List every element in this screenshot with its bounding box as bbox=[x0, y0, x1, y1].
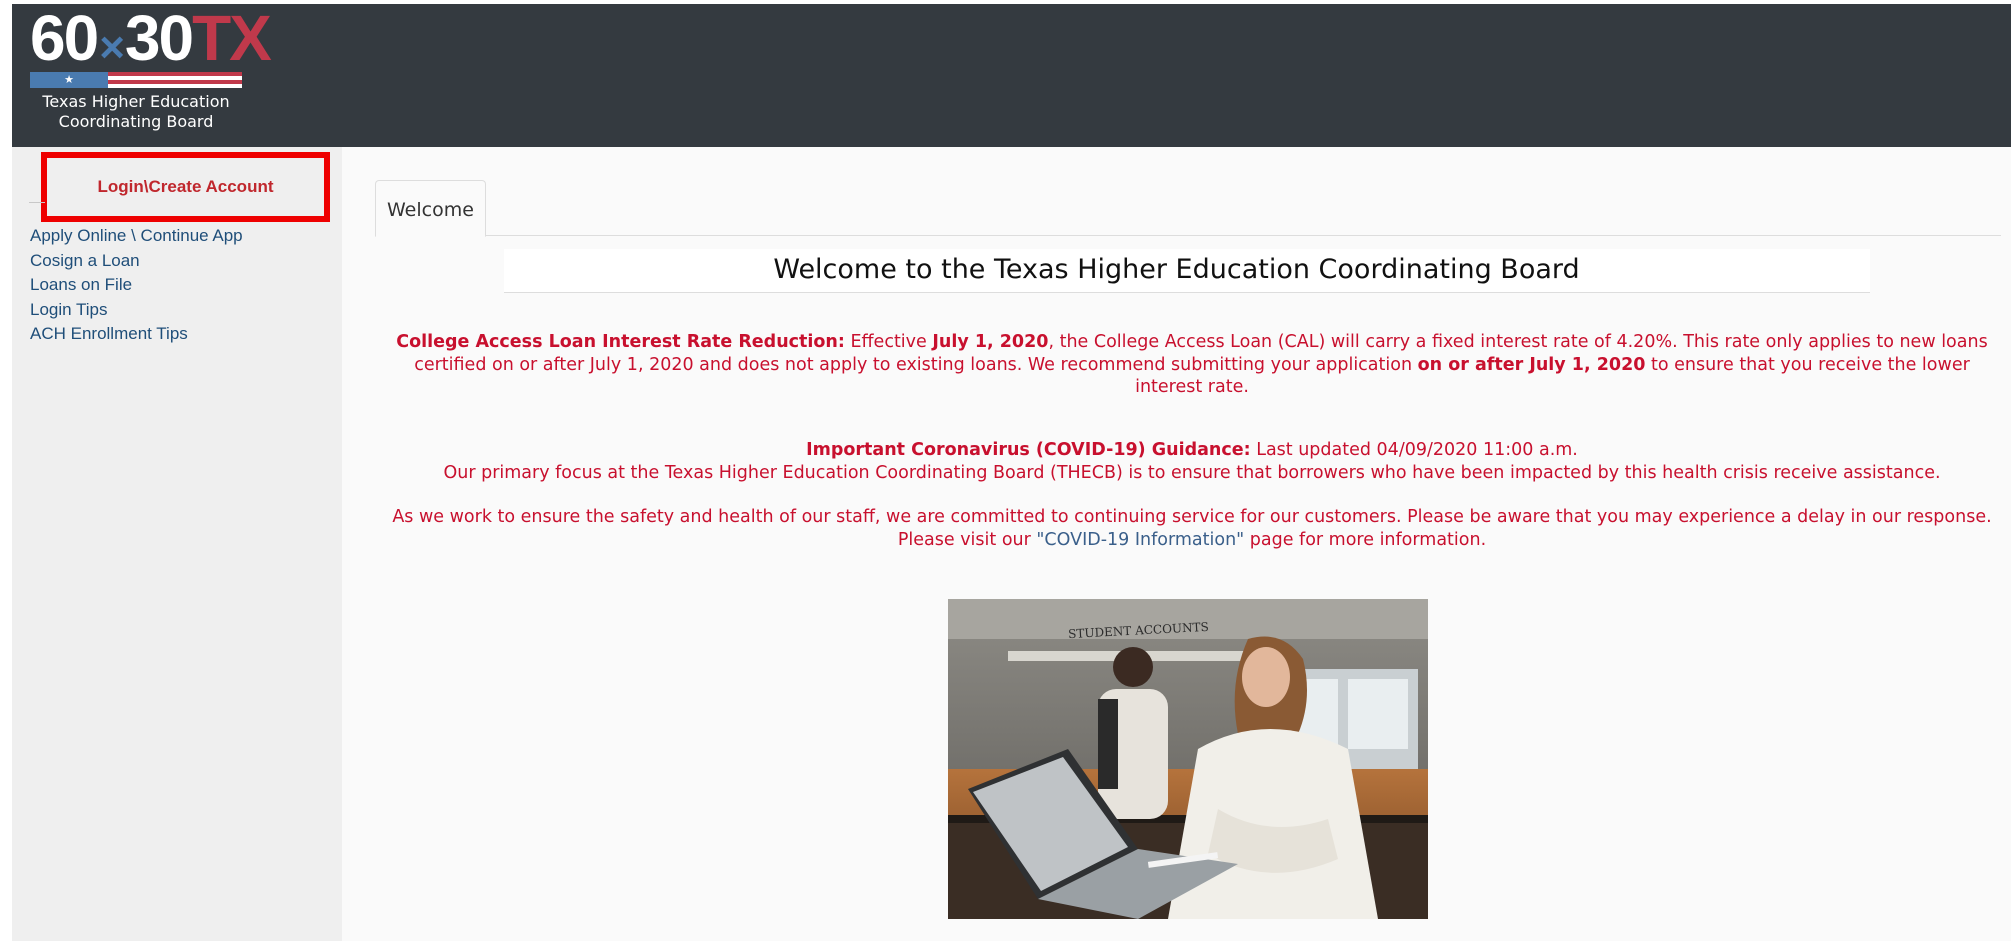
covid-notice-updated: Last updated 04/09/2020 11:00 a.m. bbox=[1250, 440, 1578, 460]
rate-notice-heading: College Access Loan Interest Rate Reduct… bbox=[396, 332, 845, 352]
sidebar-nav: Apply Online \ Continue App Cosign a Loa… bbox=[30, 224, 243, 347]
sidebar-item-loans-on-file[interactable]: Loans on File bbox=[30, 273, 243, 298]
logo-state: TX bbox=[192, 2, 272, 74]
rate-notice-date2: on or after July 1, 2020 bbox=[1417, 354, 1646, 375]
staff-notice-text2: page for more information. bbox=[1244, 529, 1487, 550]
sidebar-item-ach-enrollment-tips[interactable]: ACH Enrollment Tips bbox=[30, 322, 243, 347]
photo-illustration: STUDENT ACCOUNTS bbox=[948, 599, 1428, 919]
logo-number-30: 30 bbox=[124, 2, 194, 74]
rate-notice-text1: Effective bbox=[844, 332, 933, 352]
covid-notice-line2: Our primary focus at the Texas Higher Ed… bbox=[443, 462, 1941, 483]
logo-title-line2: Coordinating Board bbox=[58, 112, 214, 131]
logo-stripes bbox=[108, 72, 242, 88]
thecb-logo[interactable]: 60 × 30 TX ★ Texas Higher Education Coor… bbox=[30, 6, 272, 132]
main-content: Welcome Welcome to the Texas Higher Educ… bbox=[342, 147, 2011, 941]
covid-notice-line1: Important Coronavirus (COVID-19) Guidanc… bbox=[392, 439, 1992, 462]
sidebar-item-cosign-loan[interactable]: Cosign a Loan bbox=[30, 249, 243, 274]
logo-times: × bbox=[99, 23, 125, 72]
sidebar-item-login-tips[interactable]: Login Tips bbox=[30, 298, 243, 323]
covid-guidance-notice: Important Coronavirus (COVID-19) Guidanc… bbox=[392, 439, 1992, 484]
covid-notice-heading: Important Coronavirus (COVID-19) Guidanc… bbox=[806, 440, 1251, 460]
page-title: Welcome to the Texas Higher Education Co… bbox=[773, 254, 1580, 285]
tab-bar: Welcome bbox=[375, 180, 2001, 237]
logo-wordmark: 60 × 30 TX bbox=[30, 6, 272, 72]
login-highlight-box: Login\Create Account bbox=[41, 152, 330, 222]
sidebar-item-apply-online[interactable]: Apply Online \ Continue App bbox=[30, 224, 243, 249]
sidebar: Login\Create Account Apply Online \ Cont… bbox=[12, 147, 342, 941]
covid-information-link[interactable]: "COVID-19 Information" bbox=[1036, 530, 1244, 550]
staff-safety-notice: As we work to ensure the safety and heal… bbox=[392, 506, 1992, 551]
login-create-account-link[interactable]: Login\Create Account bbox=[98, 177, 274, 197]
star-icon: ★ bbox=[30, 72, 108, 88]
site-header: 60 × 30 TX ★ Texas Higher Education Coor… bbox=[12, 4, 2011, 147]
logo-flag-bar: ★ bbox=[30, 72, 242, 88]
student-accounts-photo: STUDENT ACCOUNTS bbox=[948, 599, 1428, 919]
logo-title-line1: Texas Higher Education bbox=[42, 92, 230, 111]
logo-number-60: 60 bbox=[30, 2, 99, 74]
rate-notice-date1: July 1, 2020 bbox=[932, 332, 1049, 352]
logo-title: Texas Higher Education Coordinating Boar… bbox=[30, 92, 242, 132]
tab-welcome[interactable]: Welcome bbox=[375, 180, 486, 237]
sidebar-divider bbox=[29, 202, 45, 203]
rate-reduction-notice: College Access Loan Interest Rate Reduct… bbox=[392, 331, 1992, 399]
